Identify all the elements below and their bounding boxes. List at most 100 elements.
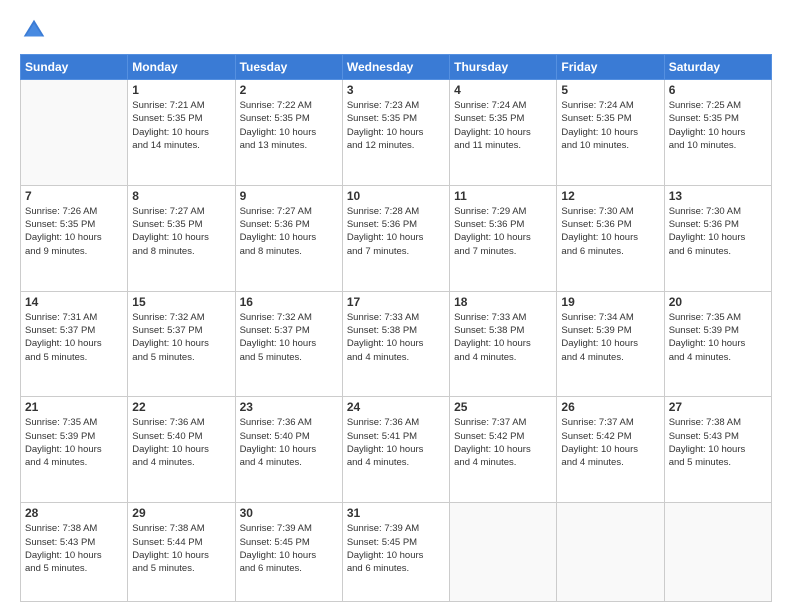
calendar-week: 1Sunrise: 7:21 AM Sunset: 5:35 PM Daylig… [21, 80, 772, 186]
day-number: 13 [669, 189, 767, 203]
day-info: Sunrise: 7:26 AM Sunset: 5:35 PM Dayligh… [25, 205, 123, 258]
day-info: Sunrise: 7:23 AM Sunset: 5:35 PM Dayligh… [347, 99, 445, 152]
day-info: Sunrise: 7:28 AM Sunset: 5:36 PM Dayligh… [347, 205, 445, 258]
calendar-cell: 18 Sunrise: 7:33 AM Sunset: 5:38 PM Dayli… [450, 291, 557, 397]
day-number: 8 [132, 189, 230, 203]
day-number: 31 [347, 506, 445, 520]
day-header: Wednesday [342, 55, 449, 80]
calendar-cell: 14 Sunrise: 7:31 AM Sunset: 5:37 PM Dayli… [21, 291, 128, 397]
calendar-cell: 26 Sunrise: 7:37 AM Sunset: 5:42 PM Dayli… [557, 397, 664, 503]
day-info: Sunrise: 7:24 AM Sunset: 5:35 PM Dayligh… [454, 99, 552, 152]
day-number: 26 [561, 400, 659, 414]
day-info: Sunrise: 7:36 AM Sunset: 5:40 PM Dayligh… [132, 416, 230, 469]
day-info: Sunrise: 7:33 AM Sunset: 5:38 PM Dayligh… [454, 311, 552, 364]
calendar-cell: 10 Sunrise: 7:28 AM Sunset: 5:36 PM Dayli… [342, 185, 449, 291]
day-info: Sunrise: 7:38 AM Sunset: 5:43 PM Dayligh… [669, 416, 767, 469]
calendar-cell: 17 Sunrise: 7:33 AM Sunset: 5:38 PM Dayli… [342, 291, 449, 397]
day-header: Thursday [450, 55, 557, 80]
calendar-cell: 19Sunrise: 7:34 AM Sunset: 5:39 PM Dayli… [557, 291, 664, 397]
day-number: 25 [454, 400, 552, 414]
calendar-cell [450, 503, 557, 602]
calendar-cell: 4Sunrise: 7:24 AM Sunset: 5:35 PM Daylig… [450, 80, 557, 186]
day-info: Sunrise: 7:33 AM Sunset: 5:38 PM Dayligh… [347, 311, 445, 364]
calendar-cell: 8 Sunrise: 7:27 AM Sunset: 5:35 PM Daylig… [128, 185, 235, 291]
calendar-cell: 23 Sunrise: 7:36 AM Sunset: 5:40 PM Dayli… [235, 397, 342, 503]
calendar-cell: 11Sunrise: 7:29 AM Sunset: 5:36 PM Dayli… [450, 185, 557, 291]
day-info: Sunrise: 7:39 AM Sunset: 5:45 PM Dayligh… [240, 522, 338, 575]
calendar-cell: 21 Sunrise: 7:35 AM Sunset: 5:39 PM Dayli… [21, 397, 128, 503]
day-number: 18 [454, 295, 552, 309]
day-number: 14 [25, 295, 123, 309]
calendar-cell: 20Sunrise: 7:35 AM Sunset: 5:39 PM Dayli… [664, 291, 771, 397]
day-number: 2 [240, 83, 338, 97]
calendar-week: 28 Sunrise: 7:38 AM Sunset: 5:43 PM Dayli… [21, 503, 772, 602]
calendar-week: 21 Sunrise: 7:35 AM Sunset: 5:39 PM Dayli… [21, 397, 772, 503]
day-number: 24 [347, 400, 445, 414]
logo-icon [20, 16, 48, 44]
calendar-cell: 27 Sunrise: 7:38 AM Sunset: 5:43 PM Dayli… [664, 397, 771, 503]
day-number: 3 [347, 83, 445, 97]
day-info: Sunrise: 7:39 AM Sunset: 5:45 PM Dayligh… [347, 522, 445, 575]
day-info: Sunrise: 7:36 AM Sunset: 5:40 PM Dayligh… [240, 416, 338, 469]
page: SundayMondayTuesdayWednesdayThursdayFrid… [0, 0, 792, 612]
day-info: Sunrise: 7:30 AM Sunset: 5:36 PM Dayligh… [669, 205, 767, 258]
calendar-cell: 24 Sunrise: 7:36 AM Sunset: 5:41 PM Dayli… [342, 397, 449, 503]
calendar-cell [557, 503, 664, 602]
day-info: Sunrise: 7:31 AM Sunset: 5:37 PM Dayligh… [25, 311, 123, 364]
day-info: Sunrise: 7:36 AM Sunset: 5:41 PM Dayligh… [347, 416, 445, 469]
logo [20, 16, 50, 44]
calendar-cell: 13 Sunrise: 7:30 AM Sunset: 5:36 PM Dayli… [664, 185, 771, 291]
day-info: Sunrise: 7:38 AM Sunset: 5:44 PM Dayligh… [132, 522, 230, 575]
day-info: Sunrise: 7:29 AM Sunset: 5:36 PM Dayligh… [454, 205, 552, 258]
day-info: Sunrise: 7:37 AM Sunset: 5:42 PM Dayligh… [561, 416, 659, 469]
day-number: 6 [669, 83, 767, 97]
header-row: SundayMondayTuesdayWednesdayThursdayFrid… [21, 55, 772, 80]
day-header: Friday [557, 55, 664, 80]
day-number: 30 [240, 506, 338, 520]
day-number: 5 [561, 83, 659, 97]
header [20, 16, 772, 44]
day-header: Saturday [664, 55, 771, 80]
day-number: 15 [132, 295, 230, 309]
calendar-cell: 22 Sunrise: 7:36 AM Sunset: 5:40 PM Dayli… [128, 397, 235, 503]
calendar-cell: 16Sunrise: 7:32 AM Sunset: 5:37 PM Dayli… [235, 291, 342, 397]
calendar-cell: 29 Sunrise: 7:38 AM Sunset: 5:44 PM Dayli… [128, 503, 235, 602]
day-number: 21 [25, 400, 123, 414]
calendar-cell: 3 Sunrise: 7:23 AM Sunset: 5:35 PM Daylig… [342, 80, 449, 186]
calendar-cell [21, 80, 128, 186]
day-info: Sunrise: 7:32 AM Sunset: 5:37 PM Dayligh… [132, 311, 230, 364]
calendar-cell: 30 Sunrise: 7:39 AM Sunset: 5:45 PM Dayli… [235, 503, 342, 602]
calendar-cell: 25 Sunrise: 7:37 AM Sunset: 5:42 PM Dayli… [450, 397, 557, 503]
day-number: 1 [132, 83, 230, 97]
calendar-cell: 2 Sunrise: 7:22 AM Sunset: 5:35 PM Daylig… [235, 80, 342, 186]
day-info: Sunrise: 7:35 AM Sunset: 5:39 PM Dayligh… [669, 311, 767, 364]
calendar-table: SundayMondayTuesdayWednesdayThursdayFrid… [20, 54, 772, 602]
day-number: 22 [132, 400, 230, 414]
day-number: 19 [561, 295, 659, 309]
day-number: 7 [25, 189, 123, 203]
calendar-cell [664, 503, 771, 602]
calendar-cell: 5Sunrise: 7:24 AM Sunset: 5:35 PM Daylig… [557, 80, 664, 186]
calendar-week: 7 Sunrise: 7:26 AM Sunset: 5:35 PM Daylig… [21, 185, 772, 291]
day-info: Sunrise: 7:35 AM Sunset: 5:39 PM Dayligh… [25, 416, 123, 469]
day-header: Tuesday [235, 55, 342, 80]
day-info: Sunrise: 7:37 AM Sunset: 5:42 PM Dayligh… [454, 416, 552, 469]
day-number: 28 [25, 506, 123, 520]
day-info: Sunrise: 7:30 AM Sunset: 5:36 PM Dayligh… [561, 205, 659, 258]
calendar-week: 14 Sunrise: 7:31 AM Sunset: 5:37 PM Dayli… [21, 291, 772, 397]
calendar-cell: 6 Sunrise: 7:25 AM Sunset: 5:35 PM Daylig… [664, 80, 771, 186]
calendar-cell: 1Sunrise: 7:21 AM Sunset: 5:35 PM Daylig… [128, 80, 235, 186]
day-info: Sunrise: 7:25 AM Sunset: 5:35 PM Dayligh… [669, 99, 767, 152]
calendar-cell: 7 Sunrise: 7:26 AM Sunset: 5:35 PM Daylig… [21, 185, 128, 291]
day-number: 29 [132, 506, 230, 520]
day-number: 9 [240, 189, 338, 203]
calendar-cell: 31 Sunrise: 7:39 AM Sunset: 5:45 PM Dayli… [342, 503, 449, 602]
day-number: 27 [669, 400, 767, 414]
day-info: Sunrise: 7:38 AM Sunset: 5:43 PM Dayligh… [25, 522, 123, 575]
day-number: 17 [347, 295, 445, 309]
day-info: Sunrise: 7:27 AM Sunset: 5:35 PM Dayligh… [132, 205, 230, 258]
day-number: 23 [240, 400, 338, 414]
day-number: 10 [347, 189, 445, 203]
day-info: Sunrise: 7:22 AM Sunset: 5:35 PM Dayligh… [240, 99, 338, 152]
day-info: Sunrise: 7:27 AM Sunset: 5:36 PM Dayligh… [240, 205, 338, 258]
